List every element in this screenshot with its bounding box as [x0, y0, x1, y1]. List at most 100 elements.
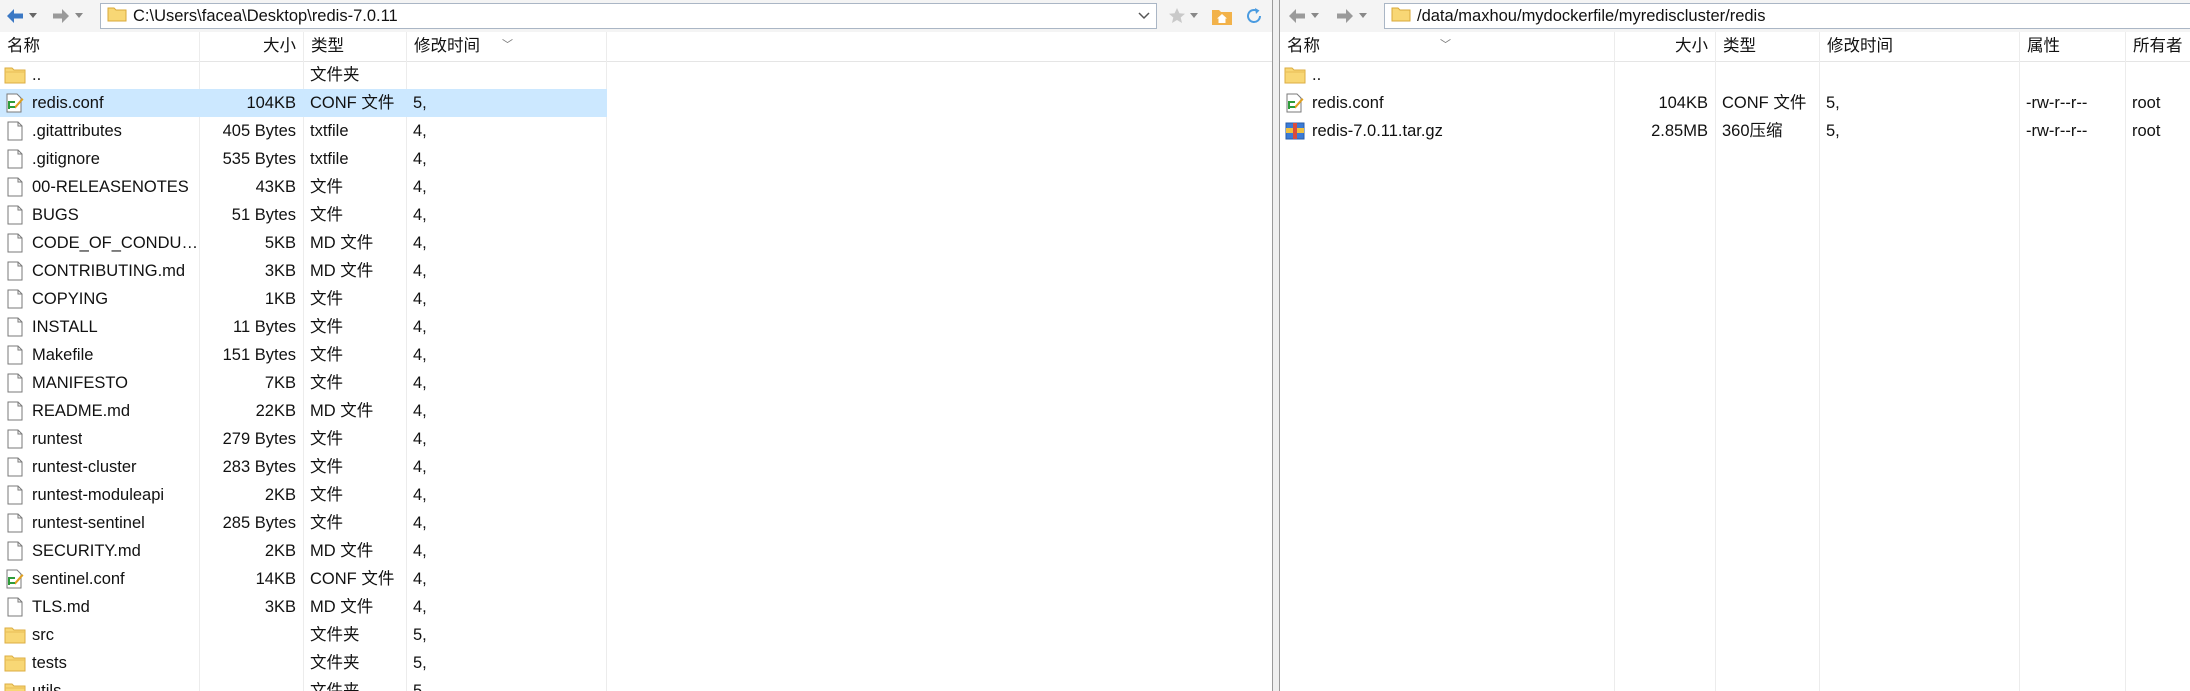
path-dropdown-icon[interactable] [1134, 4, 1154, 28]
file-row[interactable]: README.md 22KB MD 文件 4, [0, 397, 607, 425]
remote-file-list[interactable]: .. redis.conf 104KB CONF 文件 5, -rw-r--r-- root… [1280, 61, 2190, 691]
file-modified-cell: 4, [413, 262, 427, 280]
file-row[interactable]: runtest-cluster 283 Bytes 文件 4, [0, 453, 607, 481]
file-row[interactable]: sentinel.conf 14KB CONF 文件 4, [0, 565, 607, 593]
forward-nav[interactable] [50, 4, 86, 28]
forward-arrow-icon[interactable] [50, 5, 72, 27]
file-name: tests [32, 654, 67, 672]
file-icon [4, 484, 26, 506]
file-row[interactable]: .gitignore 535 Bytes txtfile 4, [0, 145, 607, 173]
file-name-cell: 00-RELEASENOTES [0, 173, 200, 201]
forward-history-dropdown-icon[interactable] [1356, 4, 1370, 28]
file-icon [4, 512, 26, 534]
file-size-cell: 405 Bytes [222, 122, 296, 140]
file-row[interactable]: runtest-sentinel 285 Bytes 文件 4, [0, 509, 607, 537]
remote-path-bar[interactable]: /data/maxhou/mydockerfile/myrediscluster… [1384, 3, 2190, 29]
file-row[interactable]: utils 文件夹 5, [0, 677, 607, 691]
file-row[interactable]: BUGS 51 Bytes 文件 4, [0, 201, 607, 229]
file-name-cell: redis-7.0.11.tar.gz [1280, 117, 1615, 145]
forward-arrow-icon[interactable] [1334, 5, 1356, 27]
file-size-cell: 2KB [264, 486, 296, 504]
file-row[interactable]: tests 文件夹 5, [0, 649, 607, 677]
file-row[interactable]: redis.conf 104KB CONF 文件 5, [0, 89, 607, 117]
file-name-cell: README.md [0, 397, 200, 425]
file-row[interactable]: .gitattributes 405 Bytes txtfile 4, [0, 117, 607, 145]
file-modified-cell [1820, 61, 2020, 89]
file-size-cell [200, 649, 304, 677]
file-row[interactable]: Makefile 151 Bytes 文件 4, [0, 341, 607, 369]
local-path-text[interactable]: C:\Users\facea\Desktop\redis-7.0.11 [133, 7, 398, 26]
back-history-dropdown-icon[interactable] [26, 4, 40, 28]
file-type-cell: 文件 [310, 178, 343, 196]
file-row[interactable]: redis-7.0.11.tar.gz 2.85MB 360压缩 5, -rw-r--r… [1280, 117, 2190, 145]
col-modified-header[interactable]: 修改时间 ﹀ [407, 32, 607, 61]
file-modified-cell: 4, [413, 318, 427, 336]
file-size-cell: 1KB [264, 290, 296, 308]
col-size-header[interactable]: 大小 [200, 32, 304, 61]
file-name: runtest-cluster [32, 458, 137, 476]
file-name: .gitattributes [32, 122, 122, 140]
file-type-cell: 文件 [310, 486, 343, 504]
col-owner-header[interactable]: 所有者 [2126, 32, 2190, 61]
col-permissions-header[interactable]: 属性 [2020, 32, 2126, 61]
local-file-list[interactable]: .. 文件夹 redis.conf 104KB CONF 文件 5, .gitattribu… [0, 61, 1272, 691]
file-name: SECURITY.md [32, 542, 141, 560]
col-type-header[interactable]: 类型 [304, 32, 407, 61]
file-modified-cell: 5, [413, 626, 427, 644]
file-size-cell: 5KB [264, 234, 296, 252]
file-name: runtest-sentinel [32, 514, 145, 532]
col-size-header[interactable]: 大小 [1615, 32, 1716, 61]
refresh-icon[interactable] [1242, 4, 1266, 28]
home-icon[interactable] [1210, 4, 1234, 28]
sort-caret-icon: ﹀ [1440, 39, 1451, 51]
pane-splitter[interactable] [1272, 0, 1280, 691]
file-name: 00-RELEASENOTES [32, 178, 189, 196]
remote-forward-nav[interactable] [1334, 4, 1370, 28]
file-icon [4, 456, 26, 478]
file-row[interactable]: INSTALL 11 Bytes 文件 4, [0, 313, 607, 341]
bookmark-dropdown-icon[interactable] [1188, 4, 1200, 28]
file-row[interactable]: MANIFESTO 7KB 文件 4, [0, 369, 607, 397]
file-row[interactable]: COPYING 1KB 文件 4, [0, 285, 607, 313]
file-type-cell: 文件夹 [310, 66, 360, 84]
file-icon [4, 204, 26, 226]
file-row[interactable]: redis.conf 104KB CONF 文件 5, -rw-r--r-- root [1280, 89, 2190, 117]
parent-directory-row[interactable]: .. [1280, 61, 2190, 89]
back-nav[interactable] [4, 4, 40, 28]
folder-icon [1391, 6, 1411, 27]
col-modified-header[interactable]: 修改时间 [1820, 32, 2020, 61]
back-arrow-icon[interactable] [1286, 5, 1308, 27]
file-name: BUGS [32, 206, 79, 224]
file-row[interactable]: CONTRIBUTING.md 3KB MD 文件 4, [0, 257, 607, 285]
folder-icon [4, 64, 26, 86]
file-row[interactable]: src 文件夹 5, [0, 621, 607, 649]
back-history-dropdown-icon[interactable] [1308, 4, 1322, 28]
remote-back-nav[interactable] [1286, 4, 1322, 28]
file-row[interactable]: CODE_OF_CONDUC... 5KB MD 文件 4, [0, 229, 607, 257]
file-modified-cell: 4, [413, 570, 427, 588]
bookmark-star-icon[interactable] [1165, 4, 1189, 28]
remote-file-pane[interactable]: /data/maxhou/mydockerfile/myrediscluster… [1280, 0, 2190, 691]
file-icon [4, 120, 26, 142]
local-path-bar[interactable]: C:\Users\facea\Desktop\redis-7.0.11 [100, 3, 1157, 29]
col-name-header[interactable]: 名称 ﹀ [1280, 32, 1615, 61]
file-row[interactable]: runtest 279 Bytes 文件 4, [0, 425, 607, 453]
file-modified-cell: 4, [413, 514, 427, 532]
local-file-pane[interactable]: C:\Users\facea\Desktop\redis-7.0.11 名称 大… [0, 0, 1272, 691]
file-row[interactable]: 00-RELEASENOTES 43KB 文件 4, [0, 173, 607, 201]
col-name-header[interactable]: 名称 [0, 32, 200, 61]
col-type-header[interactable]: 类型 [1716, 32, 1820, 61]
file-row[interactable]: SECURITY.md 2KB MD 文件 4, [0, 537, 607, 565]
file-name: .. [32, 66, 42, 84]
remote-path-text[interactable]: /data/maxhou/mydockerfile/myrediscluster… [1417, 7, 1765, 26]
parent-directory-row[interactable]: .. 文件夹 [0, 61, 607, 89]
file-row[interactable]: runtest-moduleapi 2KB 文件 4, [0, 481, 607, 509]
file-size-cell: 3KB [264, 262, 296, 280]
file-row[interactable]: TLS.md 3KB MD 文件 4, [0, 593, 607, 621]
file-name: runtest [32, 430, 83, 448]
file-name-cell: Makefile [0, 341, 200, 369]
file-modified-cell: 4, [413, 598, 427, 616]
forward-history-dropdown-icon[interactable] [72, 4, 86, 28]
back-arrow-icon[interactable] [4, 5, 26, 27]
file-type-cell: 360压缩 [1722, 122, 1783, 140]
